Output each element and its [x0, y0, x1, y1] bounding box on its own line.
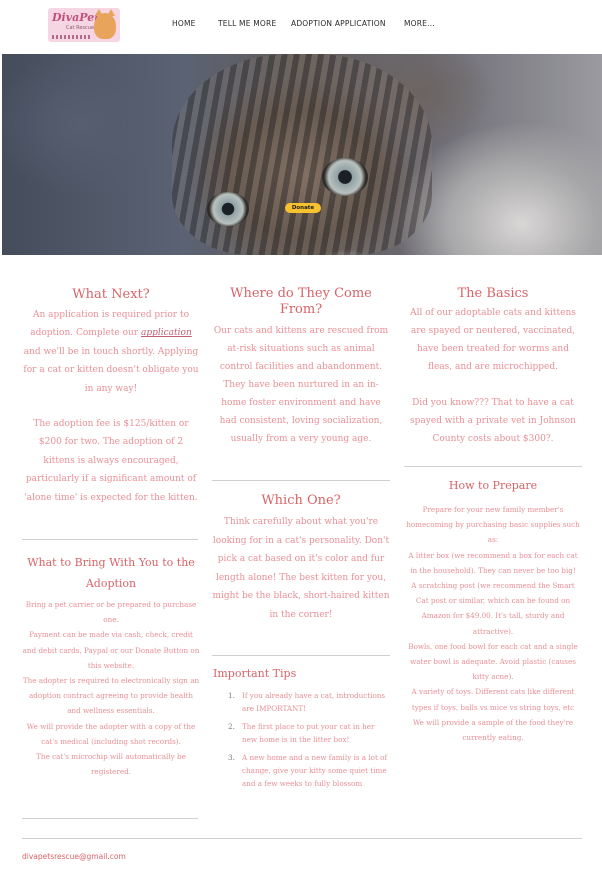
what-to-bring-heading: What to Bring With You to the Adoption: [27, 556, 195, 590]
bring-item: The cat's microchip will automatically b…: [36, 752, 186, 777]
adoption-fee-paragraph: The adoption fee is $125/kitten or $200 …: [24, 419, 198, 503]
prepare-item: Bowls, one food bowl for each cat and a …: [408, 641, 578, 682]
bring-item: Bring a pet carrier or be prepared to pu…: [25, 600, 197, 625]
list-item: 3. A new home and a new family is a lot o…: [228, 753, 388, 788]
basics-text-1: All of our adoptable cats and kittens ar…: [410, 308, 576, 372]
prepare-item: A variety of toys. Different cats like d…: [411, 687, 575, 712]
prepare-item: We will provide a sample of the food the…: [412, 717, 574, 743]
what-next-heading: What Next?: [72, 287, 150, 302]
hero-banner-kitten-photo: Donate: [2, 54, 602, 255]
footer-divider: [22, 838, 582, 839]
nav-tell-me-more[interactable]: TELL ME MORE: [218, 19, 276, 28]
list-item: 1. If you already have a cat, introductio…: [228, 691, 386, 713]
site-header: DivaPets Cat Rescue HOME TELL ME MORE AD…: [0, 0, 602, 52]
where-from-paragraph: Our cats and kittens are rescued from at…: [213, 326, 389, 444]
bring-item: Payment can be made via cash, check, cre…: [22, 630, 200, 670]
which-one-heading: Which One?: [261, 493, 341, 508]
basics-text-2: Did you know??? That to have a cat spaye…: [410, 398, 576, 444]
how-to-prepare-list: Prepare for your new family member's hom…: [404, 502, 582, 745]
nav-home[interactable]: HOME: [172, 19, 196, 28]
donate-button[interactable]: Donate: [285, 203, 321, 213]
nav-adoption-application[interactable]: ADOPTION APPLICATION: [291, 19, 386, 28]
tip-text: A new home and a new family is a lot of …: [242, 753, 388, 788]
kitten-white-fur: [302, 249, 392, 255]
divider: [22, 539, 198, 540]
contact-email-link[interactable]: divapetsrescue@gmail.com: [22, 852, 126, 861]
what-next-paragraph: An application is required prior to adop…: [22, 306, 200, 398]
bring-item: The adopter is required to electronicall…: [22, 676, 200, 716]
divider: [212, 655, 390, 656]
which-one-paragraph: Think carefully about what you're lookin…: [212, 517, 390, 620]
prepare-item: A litter box (we recommend a box for eac…: [408, 550, 578, 575]
important-tips-list: 1. If you already have a cat, introductio…: [228, 689, 388, 795]
tip-text: The first place to put your cat in her n…: [242, 722, 375, 744]
list-item: 2. The first place to put your cat in her…: [228, 722, 375, 744]
site-logo[interactable]: DivaPets Cat Rescue: [48, 8, 120, 42]
divider: [22, 818, 198, 819]
prepare-item: Prepare for your new family member's hom…: [406, 505, 580, 545]
what-to-bring-list: Bring a pet carrier or be prepared to pu…: [22, 597, 200, 779]
bring-item: We will provide the adopter with a copy …: [26, 721, 196, 746]
where-from-heading: Where do They Come From?: [230, 286, 372, 317]
important-tips-heading: Important Tips: [213, 667, 297, 680]
tip-text: If you already have a cat, introductions…: [242, 691, 386, 713]
kitten-fur: [172, 54, 432, 255]
application-link[interactable]: application: [141, 328, 192, 338]
prepare-item: A scratching post (we recommend the Smar…: [411, 581, 575, 636]
divider: [212, 480, 390, 481]
divider: [404, 466, 582, 467]
logo-decoration: [52, 35, 92, 39]
kitten-left-eye: [207, 192, 249, 226]
kitten-right-eye: [322, 158, 368, 196]
the-basics-heading: The Basics: [457, 286, 529, 301]
logo-subtitle: Cat Rescue: [66, 25, 95, 31]
cat-logo-icon: [94, 9, 116, 39]
nav-more[interactable]: MORE...: [404, 19, 435, 28]
what-next-text-2: and we'll be in touch shortly. Applying …: [23, 346, 199, 394]
the-basics-paragraph: All of our adoptable cats and kittens ar…: [404, 304, 582, 448]
how-to-prepare-heading: How to Prepare: [448, 479, 538, 492]
